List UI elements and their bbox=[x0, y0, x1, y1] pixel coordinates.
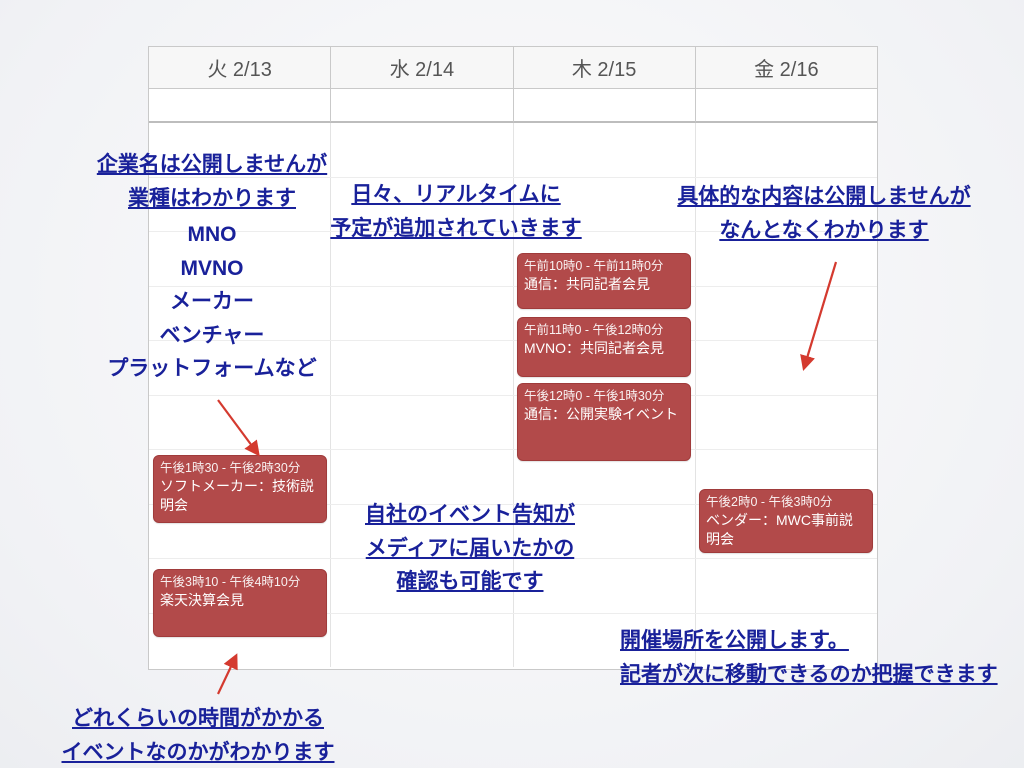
event-time: 午前10時0 - 午前11時0分 bbox=[524, 258, 684, 275]
annotation-realtime-updates: 日々、リアルタイムに予定が追加されていきます bbox=[326, 178, 586, 245]
annotation-venue-info: 開催場所を公開します。記者が次に移動できるのか把握できます bbox=[620, 624, 1024, 691]
day-header-wed: 水 2/14 bbox=[331, 47, 513, 89]
event-time: 午後1時30 - 午後2時30分 bbox=[160, 460, 320, 477]
event-title: 通信：共同記者会見 bbox=[524, 275, 684, 294]
event-time: 午後2時0 - 午後3時0分 bbox=[706, 494, 866, 511]
day-header-thu: 木 2/15 bbox=[514, 47, 696, 89]
calendar-allday-row bbox=[149, 89, 877, 123]
event-title: MVNO：共同記者会見 bbox=[524, 339, 684, 358]
event-time: 午前11時0 - 午後12時0分 bbox=[524, 322, 684, 339]
event-title: 楽天決算会見 bbox=[160, 591, 320, 610]
event-title: ベンダー：MWC事前説明会 bbox=[706, 511, 866, 549]
annotation-industry-list: MNO MVNO メーカー ベンチャー プラットフォームなど bbox=[62, 218, 362, 386]
event-time: 午後12時0 - 午後1時30分 bbox=[524, 388, 684, 405]
annotation-media-check: 自社のイベント告知がメディアに届いたかの確認も可能です bbox=[340, 498, 600, 599]
annotation-duration-info: どれくらいの時間がかかるイベントなのかがわかります bbox=[28, 702, 368, 768]
day-header-fri: 金 2/16 bbox=[696, 47, 877, 89]
annotation-company-category: 企業名は公開しませんが業種はわかります bbox=[62, 148, 362, 215]
calendar-event[interactable]: 午後2時0 - 午後3時0分ベンダー：MWC事前説明会 bbox=[699, 489, 873, 553]
calendar-event[interactable]: 午後1時30 - 午後2時30分ソフトメーカー：技術説明会 bbox=[153, 455, 327, 523]
calendar-event[interactable]: 午後3時10 - 午後4時10分楽天決算会見 bbox=[153, 569, 327, 637]
calendar-header-row: 火 2/13 水 2/14 木 2/15 金 2/16 bbox=[149, 47, 877, 89]
event-title: 通信：公開実験イベント bbox=[524, 405, 684, 424]
event-time: 午後3時10 - 午後4時10分 bbox=[160, 574, 320, 591]
calendar-event[interactable]: 午後12時0 - 午後1時30分通信：公開実験イベント bbox=[517, 383, 691, 461]
calendar-event[interactable]: 午前10時0 - 午前11時0分通信：共同記者会見 bbox=[517, 253, 691, 309]
event-title: ソフトメーカー：技術説明会 bbox=[160, 477, 320, 515]
annotation-content-hint: 具体的な内容は公開しませんがなんとなくわかります bbox=[654, 180, 994, 247]
calendar-event[interactable]: 午前11時0 - 午後12時0分MVNO：共同記者会見 bbox=[517, 317, 691, 377]
day-header-tue: 火 2/13 bbox=[149, 47, 331, 89]
